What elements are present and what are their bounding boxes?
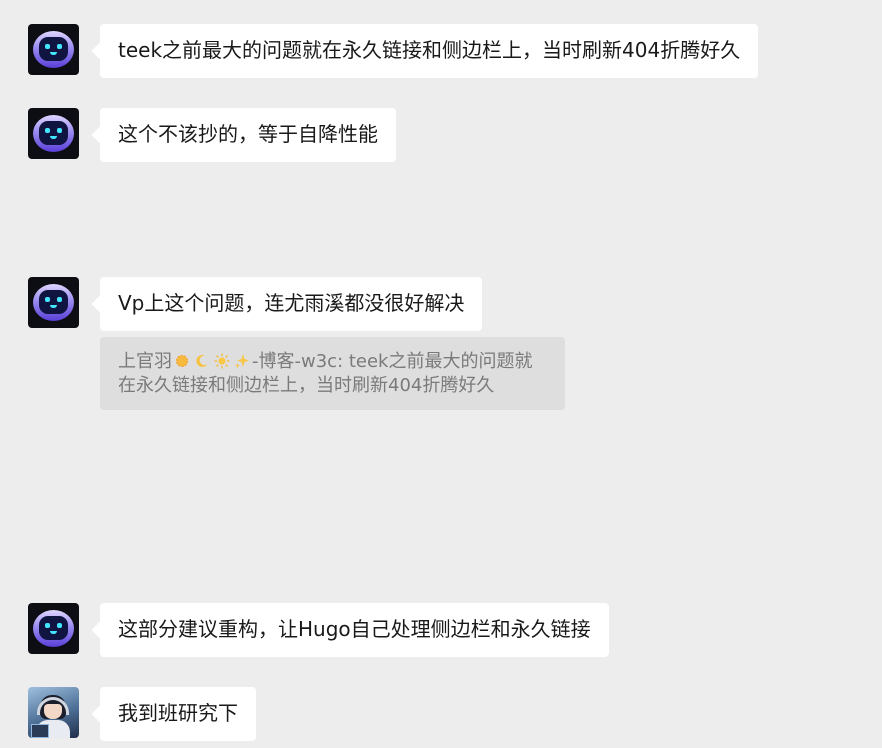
message-row: teek之前最大的问题就在永久链接和侧边栏上，当时刷新404折腾好久 — [28, 24, 759, 78]
quote-text-line1: : teek之前最大的问题就 — [337, 351, 533, 372]
user-avatar[interactable] — [28, 687, 79, 738]
message-bubble[interactable]: teek之前最大的问题就在永久链接和侧边栏上，当时刷新404折腾好久 — [100, 24, 759, 78]
bot-avatar[interactable] — [28, 603, 79, 654]
sun-bright-icon — [214, 353, 230, 369]
message-row: 这部分建议重构，让Hugo自己处理侧边栏和永久链接 — [28, 603, 609, 657]
message-row: Vp上这个问题，连尤雨溪都没很好解决 — [28, 277, 483, 331]
crescent-moon-icon — [196, 354, 208, 367]
quote-author-prefix: 上官羽 — [118, 351, 172, 372]
message-bubble[interactable]: 这个不该抄的，等于自降性能 — [100, 108, 396, 162]
bot-avatar[interactable] — [28, 108, 79, 159]
quote-line-1: 上官羽 -博客-w3c: teek之前最大的问题就 — [118, 350, 547, 374]
sun-icon — [175, 354, 189, 368]
quoted-reply[interactable]: 上官羽 -博客-w3c: teek之前最大的问题就 在永久链接和侧边栏上，当时刷新… — [100, 337, 565, 410]
quote-text-line2: 在永久链接和侧边栏上，当时刷新404折腾好久 — [118, 375, 495, 396]
message-row: 我到班研究下 — [28, 687, 256, 741]
sparkles-icon — [235, 354, 249, 369]
message-bubble[interactable]: 我到班研究下 — [100, 687, 256, 741]
bot-avatar[interactable] — [28, 24, 79, 75]
message-bubble[interactable]: 这部分建议重构，让Hugo自己处理侧边栏和永久链接 — [100, 603, 609, 657]
quote-author-suffix: -博客-w3c — [252, 351, 338, 372]
bot-avatar[interactable] — [28, 277, 79, 328]
message-bubble[interactable]: Vp上这个问题，连尤雨溪都没很好解决 — [100, 277, 483, 331]
message-row: 这个不该抄的，等于自降性能 — [28, 108, 396, 162]
